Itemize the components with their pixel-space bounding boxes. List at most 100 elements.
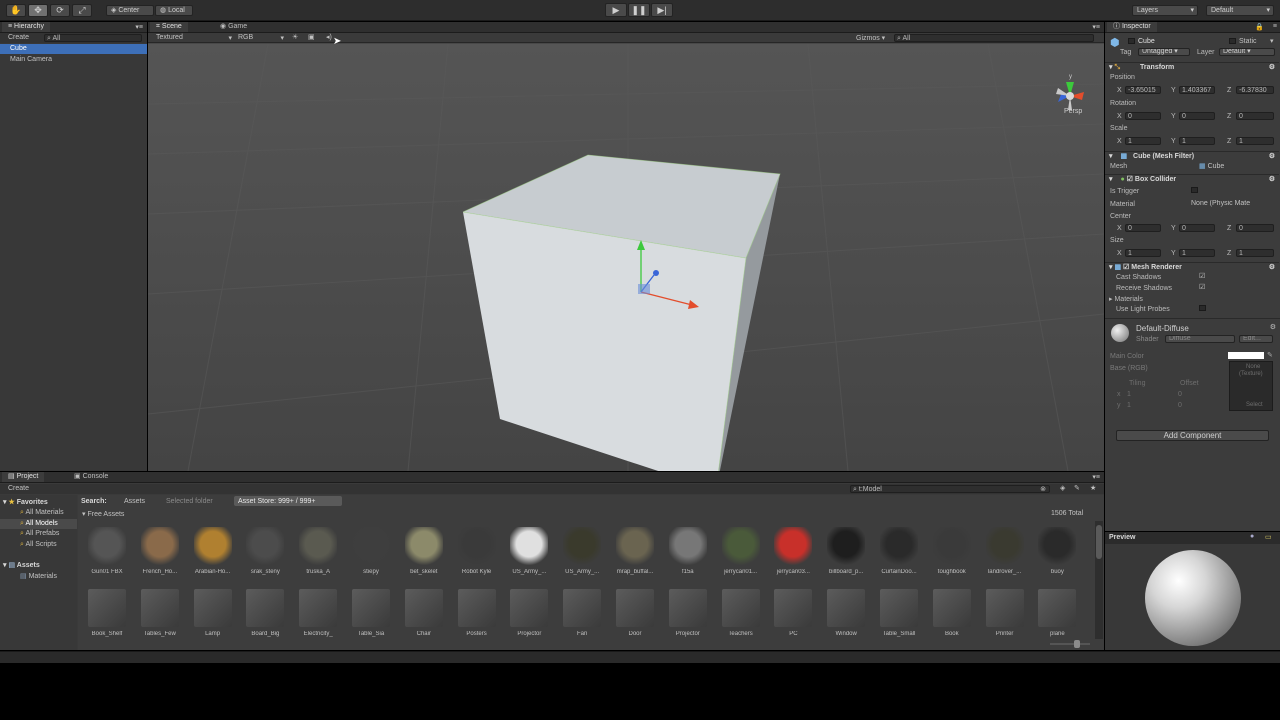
enabled-checkbox[interactable]: ☑ [1127,176,1133,183]
offset-x-field[interactable]: 0 [1178,391,1182,398]
tab-console[interactable]: ▣ Console [68,472,114,482]
light-probes-checkbox[interactable] [1199,305,1206,311]
asset-item[interactable]: Chair [399,589,449,647]
asset-item[interactable]: Lamp [188,589,238,647]
preview-light-icon[interactable]: ▭ [1265,533,1272,541]
asset-scrollbar[interactable] [1095,521,1103,639]
object-name-field[interactable]: Cube [1138,38,1155,45]
favorite-all-prefabs[interactable]: ⌕ All Prefabs [20,530,59,538]
favorites-foldout[interactable]: ▾ ★ Favorites [3,498,48,506]
free-assets-foldout[interactable]: ▾ Free Assets [82,510,124,518]
box-collider-header[interactable]: ▾ ● ☑ Box Collider ⚙ [1105,174,1279,184]
filter-label-icon[interactable]: ✎ [1074,484,1080,492]
asset-item[interactable]: Book [927,589,977,647]
asset-item[interactable]: Printer [980,589,1030,647]
asset-item[interactable]: Table_Small [874,589,924,647]
rotation-y-field[interactable]: 0 [1179,112,1215,120]
assets-foldout[interactable]: ▾ ▤ Assets [3,561,40,569]
asset-item[interactable]: f15a [663,527,713,585]
tab-inspector[interactable]: ⓘ Inspector [1107,22,1157,32]
static-checkbox[interactable] [1229,38,1236,44]
scene-audio-icon[interactable]: ◂) [326,33,332,41]
asset-item[interactable]: Window [821,589,871,647]
layer-dropdown[interactable]: Default ▾ [1219,48,1275,56]
add-component-button[interactable]: Add Component [1116,430,1269,441]
hand-tool-button[interactable]: ✋ [6,4,26,17]
scene-lighting-icon[interactable]: ☀ [292,33,298,41]
settings-gear-icon[interactable]: ⚙ [1269,175,1275,185]
position-z-field[interactable]: -6.37830 [1236,86,1274,94]
move-tool-button[interactable]: ✥ [28,4,48,17]
asset-item[interactable]: mrap_buffal... [610,527,660,585]
scope-asset-store-tab[interactable]: Asset Store: 999+ / 999+ [234,496,342,506]
color-mode-dropdown[interactable]: RGB ▾ [238,34,284,42]
play-button[interactable]: ▶ [605,3,627,17]
transform-header[interactable]: ▾ ⤡ Transform ⚙ [1105,62,1279,72]
favorite-all-scripts[interactable]: ⌕ All Scripts [20,541,57,549]
asset-item[interactable]: jerrycan01... [716,527,766,585]
eyedropper-icon[interactable]: ✎ [1267,351,1273,359]
size-z-field[interactable]: 1 [1236,249,1274,257]
render-mode-dropdown[interactable]: Textured ▾ [156,34,232,42]
size-x-field[interactable]: 1 [1125,249,1161,257]
hierarchy-item-cube[interactable]: Cube [0,44,147,54]
tab-scene[interactable]: ⌗ Scene [150,22,188,32]
chevron-down-icon[interactable]: ▾ [1270,37,1274,45]
favorite-all-models[interactable]: ⌕ All Models [0,519,77,529]
select-texture-button[interactable]: Select [1246,402,1263,408]
asset-item[interactable]: Teachers [716,589,766,647]
size-y-field[interactable]: 1 [1179,249,1215,257]
position-x-field[interactable]: -3.65015 [1125,86,1161,94]
material-preview-sphere[interactable] [1145,550,1241,646]
asset-item[interactable]: Gun01 FBX [82,527,132,585]
scrollbar-thumb[interactable] [1096,525,1102,559]
clear-search-icon[interactable]: ⊗ [1040,486,1046,493]
folder-materials[interactable]: ▤ Materials [20,572,57,580]
asset-item[interactable]: Arabian-Ho... [188,527,238,585]
asset-item[interactable]: Projector [663,589,713,647]
asset-item[interactable]: jerrycan03... [768,527,818,585]
gizmos-dropdown[interactable]: Gizmos ▾ [856,34,885,42]
shader-dropdown[interactable]: Diffuse [1165,335,1235,343]
project-search-input[interactable]: ⌕ t:Model ⊗ [850,485,1050,493]
asset-item[interactable]: buoy [1032,527,1082,585]
asset-item[interactable]: Projector [504,589,554,647]
favorite-all-materials[interactable]: ⌕ All Materials [20,509,64,517]
lock-icon[interactable]: 🔒 [1255,23,1264,31]
persp-label[interactable]: Persp [1064,108,1082,115]
panel-menu-icon[interactable]: ▾≡ [1092,473,1100,481]
center-x-field[interactable]: 0 [1125,224,1161,232]
scene-image-icon[interactable]: ▣ [308,33,315,41]
scale-y-field[interactable]: 1 [1179,137,1215,145]
tiling-y-field[interactable]: 1 [1127,402,1131,409]
center-z-field[interactable]: 0 [1236,224,1274,232]
asset-item[interactable]: US_Army_... [557,527,607,585]
asset-item[interactable]: billboard_p... [821,527,871,585]
scale-x-field[interactable]: 1 [1125,137,1161,145]
settings-gear-icon[interactable]: ⚙ [1269,63,1275,73]
mesh-field[interactable]: ▦ Cube [1199,162,1273,170]
physic-material-field[interactable]: None (Physic Mate [1191,200,1265,208]
scale-tool-button[interactable]: ⤢ [72,4,92,17]
asset-item[interactable]: Robot Kyle [452,527,502,585]
center-y-field[interactable]: 0 [1179,224,1215,232]
asset-item[interactable]: Table_Sia [346,589,396,647]
asset-item[interactable]: French_Ho... [135,527,185,585]
active-checkbox[interactable] [1128,38,1135,44]
asset-item[interactable]: landrover_... [980,527,1030,585]
receive-shadows-checkbox[interactable]: ☑ [1199,283,1205,291]
pause-button[interactable]: ❚❚ [628,3,650,17]
asset-item[interactable]: truska_A [293,527,343,585]
rotate-tool-button[interactable]: ⟳ [50,4,70,17]
tab-project[interactable]: ▤ Project [2,472,45,482]
tab-game[interactable]: ◉ Game [214,22,253,32]
favorite-star-icon[interactable]: ★ [1090,484,1096,492]
position-y-field[interactable]: 1.403367 [1179,86,1215,94]
mesh-renderer-header[interactable]: ▾ ▦ ☑ Mesh Renderer ⚙ [1105,262,1279,272]
layers-dropdown[interactable]: Layers ▾ [1132,5,1198,16]
scope-selected-folder-tab[interactable]: Selected folder [166,498,213,505]
asset-item[interactable]: US_Army_... [504,527,554,585]
texture-slot[interactable]: None (Texture) Select [1229,361,1273,411]
asset-item[interactable]: bet_skelet [399,527,449,585]
mesh-filter-header[interactable]: ▾ ▦ Cube (Mesh Filter) ⚙ [1105,151,1279,161]
